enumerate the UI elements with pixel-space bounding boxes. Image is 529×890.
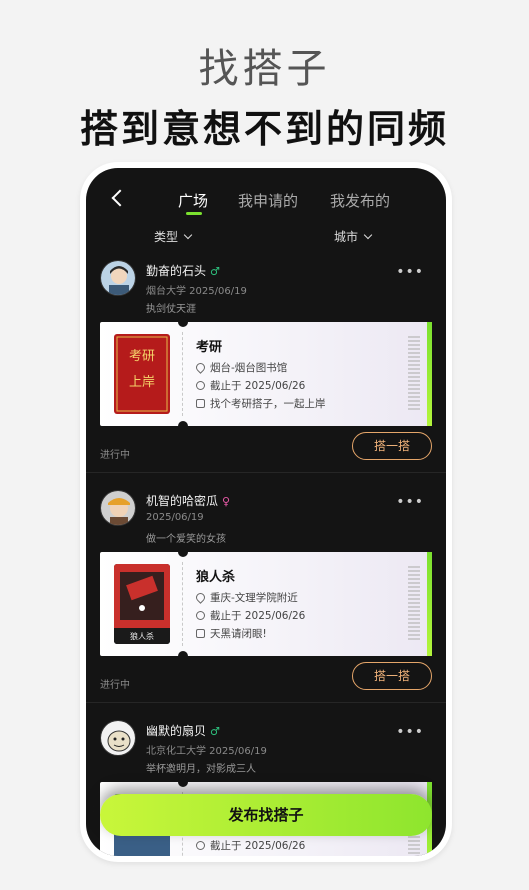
activity-note: 找个考研搭子，一起上岸 [196,396,326,411]
join-button[interactable]: 搭一搭 [352,662,432,690]
cover-text-1: 考研 [129,349,155,364]
activity-deadline: 截止于 2025/06/26 [196,378,305,393]
tab-my-posts[interactable]: 我发布的 [330,190,390,211]
cover-text-2: 上岸 [129,375,155,390]
user-bio: 做一个爱笑的女孩 [146,534,226,545]
activity-cover: 考研 上岸 [114,334,170,414]
avatar[interactable] [100,490,136,526]
deadline-text: 截止于 2025/06/26 [210,840,306,852]
ticket-notch [178,317,188,327]
ticket-divider [182,562,183,646]
location-icon [194,361,207,374]
deadline-text: 截止于 2025/06/26 [210,610,306,622]
activity-ticket[interactable]: 狼人杀 狼人杀 重庆-文理学院附近 截止于 2025/06/26 天黑请闭眼! [100,547,432,661]
note-text: 天黑请闭眼! [210,628,267,640]
more-icon[interactable]: ••• [396,724,424,740]
username[interactable]: 勤奋的石头 ♂ [146,262,220,279]
location-text: 重庆-文理学院附近 [210,592,298,604]
username-text: 幽默的扇贝 [146,724,207,738]
female-icon: ♀ [222,495,231,508]
avatar[interactable] [100,260,136,296]
post-meta: 2025/06/19 [146,512,204,523]
cover-label: 狼人杀 [130,631,154,641]
join-button[interactable]: 搭一搭 [352,432,432,460]
activity-location: 重庆-文理学院附近 [194,590,298,605]
top-nav: 广场 我申请的 我发布的 类型 城市 [86,168,446,244]
ticket-divider [182,332,183,416]
post-meta: 北京化工大学 2025/06/19 [146,746,267,757]
status-badge: 进行中 [100,680,130,691]
note-icon [196,629,205,638]
user-bio: 举杯邀明月，对影成三人 [146,764,256,775]
tab-active-indicator [186,212,202,215]
username[interactable]: 幽默的扇贝 ♂ [146,722,220,739]
status-badge: 进行中 [100,450,130,461]
ticket-notch [178,421,188,431]
activity-note: 天黑请闭眼! [196,626,267,641]
user-bio: 执剑仗天涯 [146,304,196,315]
ticket-notch [178,547,188,557]
ticket-notch [178,651,188,661]
clock-icon [196,381,205,390]
ticket-notch [178,777,188,787]
hero-subtitle: 搭到意想不到的同频 [79,107,449,151]
note-text: 找个考研搭子，一起上岸 [210,398,326,410]
chevron-down-icon [183,230,193,240]
ticket-accent-edge [427,322,432,426]
username-text: 勤奋的石头 [146,264,207,278]
note-icon [196,399,205,408]
divider [86,472,446,473]
activity-deadline: 截止于 2025/06/26 [196,838,305,853]
barcode-decoration [408,566,420,642]
location-icon [194,591,207,604]
activity-cover: 狼人杀 [114,564,170,644]
divider [86,702,446,703]
activity-title: 狼人杀 [196,570,236,585]
activity-title: 考研 [196,340,223,355]
clock-icon [196,611,205,620]
tab-plaza[interactable]: 广场 [178,190,208,211]
male-icon: ♂ [210,725,220,738]
tab-my-applications[interactable]: 我申请的 [238,190,298,211]
deadline-text: 截止于 2025/06/26 [210,380,306,392]
post-meta: 烟台大学 2025/06/19 [146,286,247,297]
phone-frame: 广场 我申请的 我发布的 类型 城市 勤奋的石头 ♂ 烟台大学 2025/06/… [80,162,452,862]
more-icon[interactable]: ••• [396,264,424,280]
avatar[interactable] [100,720,136,756]
activity-location: 烟台-烟台图书馆 [194,360,288,375]
activity-deadline: 截止于 2025/06/26 [196,608,305,623]
barcode-decoration [408,336,420,412]
city-filter-label: 城市 [334,230,359,244]
chevron-down-icon [363,230,373,240]
type-filter-label: 类型 [154,230,179,244]
publish-button[interactable]: 发布找搭子 [100,794,432,836]
city-filter[interactable]: 城市 [334,228,373,245]
more-icon[interactable]: ••• [396,494,424,510]
location-text: 烟台-烟台图书馆 [210,362,288,374]
back-icon[interactable] [111,189,129,207]
activity-ticket[interactable]: 考研 上岸 考研 烟台-烟台图书馆 截止于 2025/06/26 找个考研搭子，… [100,317,432,431]
hero-title: 找搭子 [198,46,331,92]
app-screen: 广场 我申请的 我发布的 类型 城市 勤奋的石头 ♂ 烟台大学 2025/06/… [86,168,446,856]
clock-icon [196,841,205,850]
username-text: 机智的哈密瓜 [146,494,219,508]
ticket-accent-edge [427,552,432,656]
male-icon: ♂ [210,265,220,278]
username[interactable]: 机智的哈密瓜 ♀ [146,492,230,509]
type-filter[interactable]: 类型 [154,228,193,245]
